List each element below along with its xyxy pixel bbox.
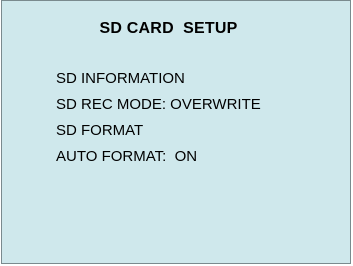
menu-item-sd-rec-mode[interactable]: SD REC MODE: OVERWRITE bbox=[56, 96, 261, 122]
settings-menu: SD INFORMATION SD REC MODE: OVERWRITE SD… bbox=[56, 70, 261, 174]
sd-card-setup-panel: SD CARD SETUP SD INFORMATION SD REC MODE… bbox=[1, 0, 351, 264]
menu-item-sd-format[interactable]: SD FORMAT bbox=[56, 122, 261, 148]
page-title: SD CARD SETUP bbox=[99, 20, 238, 37]
menu-item-auto-format[interactable]: AUTO FORMAT: ON bbox=[56, 148, 261, 174]
menu-item-sd-information[interactable]: SD INFORMATION bbox=[56, 70, 261, 96]
